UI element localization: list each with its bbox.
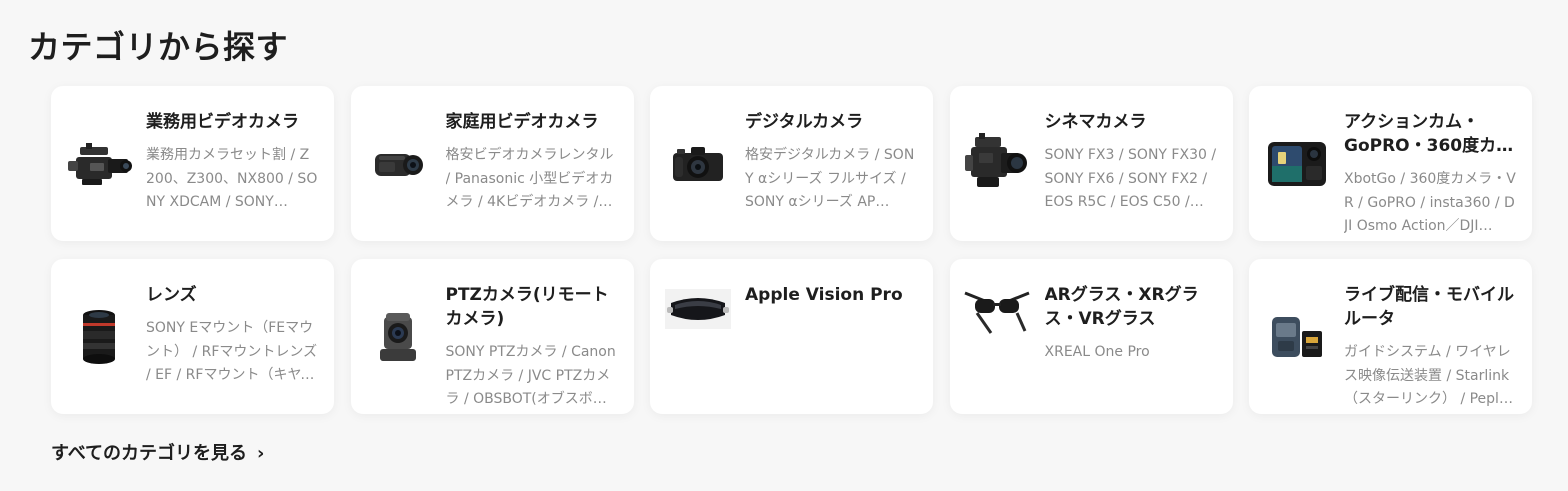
router-backpack-image <box>1249 259 1344 414</box>
category-card-ar-glasses[interactable]: ARグラス・XRグラス・VRグラス XREAL One Pro <box>949 259 1233 414</box>
vr-headset-image <box>650 259 745 414</box>
category-title: ARグラス・XRグラス・VRグラス <box>1044 285 1199 329</box>
category-description: SONY FX3 / SONY FX30 / SONY FX6 / SONY F… <box>1044 147 1217 210</box>
section-title: カテゴリから探す <box>28 28 289 66</box>
category-card-digital-camera[interactable]: デジタルカメラ 格安デジタルカメラ / SONY αシリーズ フルサイズ / S… <box>650 86 933 241</box>
category-description: XREAL One Pro <box>1044 344 1150 360</box>
category-title: PTZカメラ(リモートカメラ) <box>445 285 609 329</box>
lens-image <box>51 259 146 414</box>
cinema-camera-image <box>950 86 1045 241</box>
category-card-cinema-camera[interactable]: シネマカメラ SONY FX3 / SONY FX30 / SONY FX6 /… <box>949 86 1233 241</box>
category-card-home-video-camera[interactable]: 家庭用ビデオカメラ 格安ビデオカメラレンタル / Panasonic 小型ビデオ… <box>350 86 634 241</box>
category-description: ガイドシステム / ワイヤレス映像伝送装置 / Starlink（スターリンク）… <box>1344 344 1511 407</box>
category-description: SONY Eマウント（FEマウント） / RFマウントレンズ / EF / RF… <box>146 320 318 383</box>
category-title: アクションカム・GoPRO・360度カメラ <box>1344 112 1514 156</box>
ptz-camera-image <box>351 259 446 414</box>
category-title: 業務用ビデオカメラ <box>146 112 299 132</box>
category-title: デジタルカメラ <box>745 112 864 132</box>
see-all-label: すべてのカテゴリを見る <box>51 443 248 464</box>
action-cam-image <box>1249 86 1344 241</box>
category-title: 家庭用ビデオカメラ <box>445 112 599 132</box>
category-title: レンズ <box>146 285 197 305</box>
category-description: 業務用カメラセット割 / Z200、Z300、NX800 / SONY XDCA… <box>146 147 318 210</box>
category-grid: 業務用ビデオカメラ 業務用カメラセット割 / Z200、Z300、NX800 /… <box>51 86 1532 414</box>
category-description: XbotGo / 360度カメラ・VR / GoPRO / insta360 /… <box>1344 171 1516 234</box>
category-card-lens[interactable]: レンズ SONY Eマウント（FEマウント） / RFマウントレンズ / EF … <box>51 259 334 414</box>
category-card-action-cam[interactable]: アクションカム・GoPRO・360度カメラ XbotGo / 360度カメラ・V… <box>1249 86 1532 241</box>
category-description: SONY PTZカメラ / Canon PTZカメラ / JVC PTZカメラ … <box>445 344 616 407</box>
handycam-image <box>351 86 446 241</box>
ar-glasses-image <box>950 259 1045 414</box>
category-card-apple-vision-pro[interactable]: Apple Vision Pro <box>650 259 933 414</box>
category-title: ライブ配信・モバイルルータ <box>1344 285 1514 329</box>
category-title: シネマカメラ <box>1044 112 1147 132</box>
category-title: Apple Vision Pro <box>745 285 903 305</box>
mirrorless-camera-image <box>650 86 745 241</box>
camcorder-pro-image <box>51 86 146 241</box>
category-card-pro-video-camera[interactable]: 業務用ビデオカメラ 業務用カメラセット割 / Z200、Z300、NX800 /… <box>51 86 334 241</box>
category-card-ptz-camera[interactable]: PTZカメラ(リモートカメラ) SONY PTZカメラ / Canon PTZカ… <box>350 259 634 414</box>
chevron-right-icon: › <box>257 442 265 464</box>
see-all-categories-link[interactable]: すべてのカテゴリを見る › <box>51 439 264 465</box>
category-card-live-streaming-router[interactable]: ライブ配信・モバイルルータ ガイドシステム / ワイヤレス映像伝送装置 / St… <box>1249 259 1532 414</box>
category-description: 格安デジタルカメラ / SONY αシリーズ フルサイズ / SONY αシリー… <box>745 147 915 210</box>
category-description: 格安ビデオカメラレンタル / Panasonic 小型ビデオカメラ / 4Kビデ… <box>445 147 614 210</box>
